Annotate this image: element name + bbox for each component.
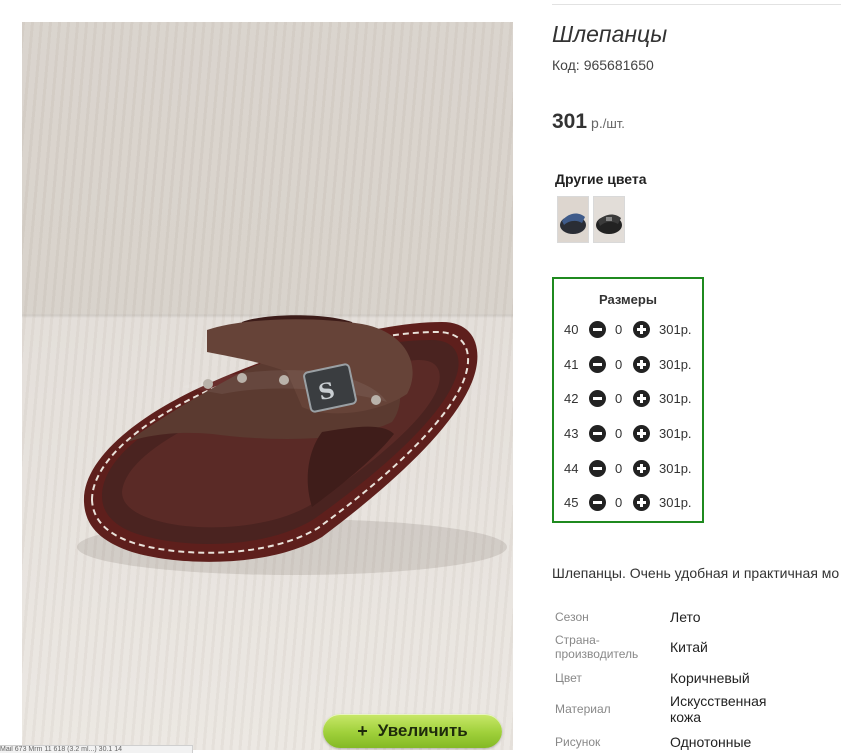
size-value: 40 <box>564 322 579 337</box>
size-quantity: 0 <box>615 495 623 510</box>
plus-icon: + <box>357 720 368 741</box>
color-swatch-blue[interactable] <box>557 196 589 243</box>
size-price: 301р. <box>659 391 692 406</box>
size-quantity: 0 <box>615 357 623 372</box>
size-row: 43 0 301р. <box>554 424 704 444</box>
size-price: 301р. <box>659 426 692 441</box>
property-key: Цвет <box>555 671 582 685</box>
size-quantity: 0 <box>615 426 623 441</box>
size-value: 41 <box>564 357 579 372</box>
size-row: 40 0 301р. <box>554 320 704 340</box>
plus-icon[interactable] <box>633 460 650 477</box>
slipper-image: S <box>77 315 507 575</box>
minus-icon[interactable] <box>589 425 606 442</box>
size-row: 42 0 301р. <box>554 389 704 409</box>
price-per-unit: /шт. <box>602 116 625 131</box>
plus-icon[interactable] <box>633 425 650 442</box>
code-label: Код: <box>552 57 580 73</box>
minus-icon[interactable] <box>589 390 606 407</box>
top-divider <box>552 4 841 5</box>
plus-icon[interactable] <box>633 390 650 407</box>
property-key: Рисунок <box>555 735 601 749</box>
property-value: Лето <box>670 609 701 625</box>
price-unit: р./шт. <box>591 115 625 131</box>
product-price: 301 р./шт. <box>552 110 625 134</box>
size-value: 42 <box>564 391 579 406</box>
property-key: Страна-производитель <box>555 633 639 661</box>
minus-icon[interactable] <box>589 321 606 338</box>
size-value: 43 <box>564 426 579 441</box>
plus-icon[interactable] <box>633 321 650 338</box>
size-price: 301р. <box>659 461 692 476</box>
price-amount: 301 <box>552 110 588 133</box>
size-quantity: 0 <box>615 322 623 337</box>
size-price: 301р. <box>659 495 692 510</box>
minus-icon[interactable] <box>589 356 606 373</box>
minus-icon[interactable] <box>589 460 606 477</box>
size-quantity: 0 <box>615 391 623 406</box>
plus-icon[interactable] <box>633 356 650 373</box>
property-value: Искусственная кожа <box>670 693 767 725</box>
size-price: 301р. <box>659 357 692 372</box>
size-quantity: 0 <box>615 461 623 476</box>
product-code: Код: 965681650 <box>552 57 654 73</box>
code-value: 965681650 <box>583 57 654 73</box>
property-value: Однотонные <box>670 734 752 750</box>
plus-icon[interactable] <box>633 494 650 511</box>
property-value: Коричневый <box>670 670 750 686</box>
zoom-label: Увеличить <box>377 721 468 740</box>
size-value: 45 <box>564 495 579 510</box>
size-row: 44 0 301р. <box>554 459 704 479</box>
size-price: 301р. <box>659 322 692 337</box>
sizes-title: Размеры <box>599 292 657 307</box>
price-currency: р. <box>591 115 603 131</box>
product-photo[interactable]: S + Увеличить <box>22 22 513 750</box>
sizes-panel: Размеры 40 0 301р. 41 0 301р. 42 0 301р.… <box>552 277 704 523</box>
size-row: 45 0 301р. <box>554 493 704 513</box>
product-title: Шлепанцы <box>552 21 668 47</box>
zoom-button[interactable]: + Увеличить <box>323 714 502 748</box>
minus-icon[interactable] <box>589 494 606 511</box>
size-value: 44 <box>564 461 579 476</box>
color-swatch-black[interactable] <box>593 196 625 243</box>
product-description: Шлепанцы. Очень удобная и практичная мо <box>552 565 840 581</box>
size-row: 41 0 301р. <box>554 355 704 375</box>
property-value: Китай <box>670 639 708 655</box>
property-key: Сезон <box>555 610 589 624</box>
property-key: Материал <box>555 702 611 716</box>
other-colors-title: Другие цвета <box>555 171 647 187</box>
